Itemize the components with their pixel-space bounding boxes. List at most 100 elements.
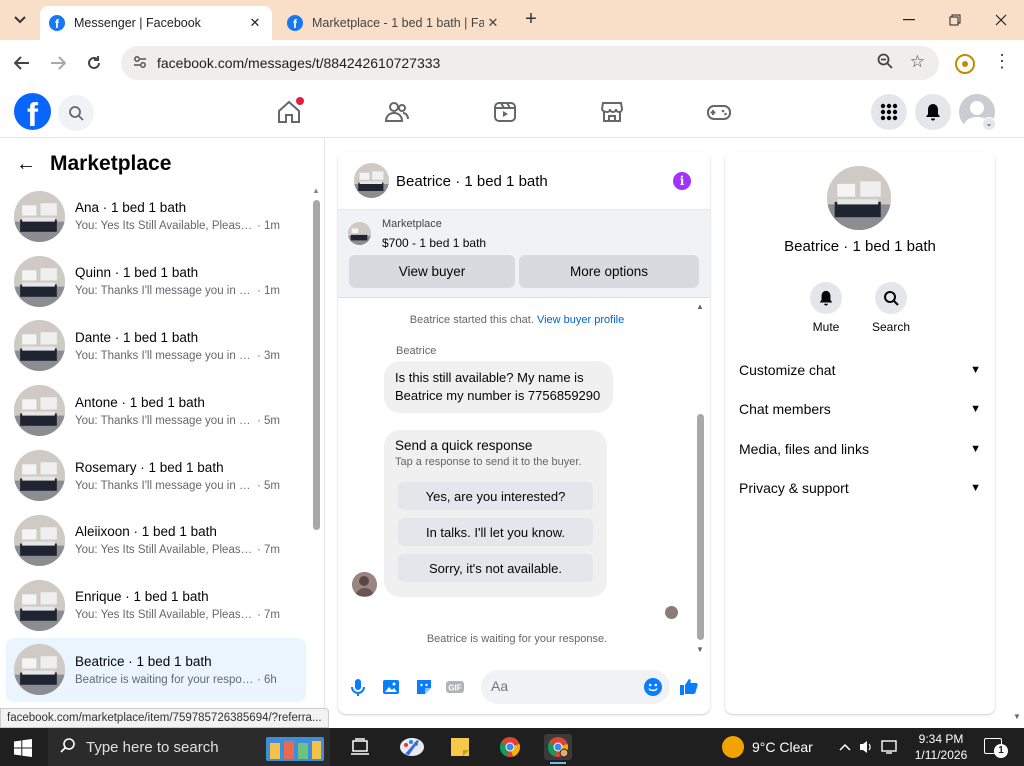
- chat-header: Beatrice · 1 bed 1 bath i: [338, 152, 710, 210]
- tab-close-icon[interactable]: ✕: [484, 15, 502, 31]
- quick-response-option[interactable]: In talks. I'll let you know.: [398, 518, 593, 546]
- conversation-item[interactable]: Antone · 1 bed 1 bath You: Thanks I'll me…: [6, 378, 306, 443]
- notification-count-badge: 1: [994, 744, 1008, 758]
- chat-title[interactable]: Beatrice · 1 bed 1 bath: [396, 173, 548, 190]
- quick-response-card: Send a quick response Tap a response to …: [384, 430, 607, 597]
- conversation-item[interactable]: Rosemary · 1 bed 1 bath You: Thanks I'll …: [6, 443, 306, 508]
- page-scroll-down-arrow-icon[interactable]: ▼: [1013, 712, 1021, 721]
- more-options-button[interactable]: More options: [519, 255, 699, 288]
- chevron-down-icon[interactable]: ⌄: [982, 117, 996, 131]
- conversation-item[interactable]: Ana · 1 bed 1 bath You: Yes Its Still Ava…: [6, 184, 306, 249]
- browser-menu-icon[interactable]: ⋮: [993, 51, 1011, 71]
- browser-tab-marketplace[interactable]: f Marketplace - 1 bed 1 bath | Fa ✕: [278, 6, 510, 40]
- task-view-button[interactable]: [346, 734, 374, 760]
- url-text[interactable]: facebook.com/messages/t/884242610727333: [157, 55, 440, 71]
- media-files-links-row[interactable]: Media, files and links ▼: [739, 437, 981, 461]
- taskbar-search-box[interactable]: Type here to search: [48, 728, 330, 766]
- sticker-icon[interactable]: [414, 677, 434, 697]
- facebook-search-button[interactable]: [58, 95, 94, 131]
- mute-action[interactable]: Mute: [796, 282, 856, 334]
- tab-title: Marketplace - 1 bed 1 bath | Fa: [312, 16, 484, 30]
- restore-button[interactable]: [932, 0, 978, 40]
- marketplace-icon[interactable]: [599, 99, 625, 125]
- gaming-icon[interactable]: [706, 99, 732, 125]
- menu-button[interactable]: [871, 94, 907, 130]
- chrome-app-button[interactable]: [496, 734, 524, 760]
- listing-thumbnail[interactable]: [348, 222, 371, 245]
- customize-chat-row[interactable]: Customize chat ▼: [739, 358, 981, 382]
- clock-date: 1/11/2026: [914, 748, 968, 762]
- info-icon[interactable]: i: [673, 172, 691, 190]
- facebook-logo-icon[interactable]: f: [14, 93, 51, 130]
- task-view-icon: [351, 738, 369, 755]
- conversation-item[interactable]: Enrique · 1 bed 1 bath You: Yes Its Still…: [6, 573, 306, 638]
- sticky-notes-button[interactable]: [446, 734, 474, 760]
- view-buyer-button[interactable]: View buyer: [349, 255, 515, 288]
- chrome-profile-app-button[interactable]: [544, 734, 572, 764]
- scrollbar-thumb[interactable]: [313, 200, 320, 530]
- conversation-preview: You: Thanks I'll message you in a ...: [75, 414, 255, 427]
- scrollbar-thumb[interactable]: [697, 414, 704, 640]
- conversation-item[interactable]: Beatrice · 1 bed 1 bath Beatrice is waiti…: [6, 637, 306, 703]
- notifications-bell-icon: [926, 104, 940, 121]
- conversation-preview: You: Thanks I'll message you in a ...: [75, 479, 255, 492]
- system-tray[interactable]: [838, 738, 904, 759]
- chat-scrollbar[interactable]: ▲ ▼: [696, 302, 705, 654]
- paint-palette-icon: [400, 738, 424, 756]
- reload-button[interactable]: [81, 50, 107, 76]
- notifications-button[interactable]: [915, 94, 951, 130]
- taskbar-clock[interactable]: 9:34 PM 1/11/2026: [910, 731, 972, 763]
- watch-icon[interactable]: [492, 99, 518, 125]
- address-bar[interactable]: facebook.com/messages/t/884242610727333 …: [121, 46, 939, 80]
- scroll-down-arrow-icon[interactable]: ▼: [696, 645, 704, 654]
- marketplace-chat-list-panel: ← Marketplace Ana · 1 bed 1 bath You: Yes…: [0, 138, 325, 710]
- facebook-favicon-icon: f: [49, 15, 65, 31]
- bookmark-star-icon[interactable]: ☆: [910, 52, 925, 72]
- windows-start-icon[interactable]: [14, 739, 32, 757]
- scroll-up-arrow-icon[interactable]: ▲: [312, 186, 320, 195]
- paint-app-button[interactable]: [398, 734, 426, 760]
- search-action[interactable]: Search: [861, 282, 921, 334]
- conversation-item[interactable]: Dante · 1 bed 1 bath You: Thanks I'll mes…: [6, 314, 306, 379]
- message-input[interactable]: [491, 678, 631, 694]
- conversation-preview: You: Thanks I'll message you in a ...: [75, 285, 255, 298]
- scroll-up-arrow-icon[interactable]: ▲: [696, 302, 704, 311]
- browser-tab-messenger[interactable]: f Messenger | Facebook ✕: [40, 6, 272, 40]
- quick-response-option[interactable]: Sorry, it's not available.: [398, 554, 593, 582]
- sender-avatar[interactable]: [352, 572, 377, 597]
- conversation-item[interactable]: Aleiixoon · 1 bed 1 bath You: Yes Its Sti…: [6, 508, 306, 573]
- privacy-support-row[interactable]: Privacy & support ▼: [739, 476, 981, 500]
- listing-thumbnail[interactable]: [354, 163, 389, 198]
- browser-profile-icon[interactable]: [955, 54, 975, 74]
- back-button[interactable]: [9, 50, 35, 76]
- message-bubble: Is this still available? My name is Beat…: [384, 361, 613, 413]
- weather-text: 9°C Clear: [752, 739, 813, 755]
- friends-icon[interactable]: [384, 99, 410, 125]
- photo-icon[interactable]: [381, 677, 401, 697]
- emoji-icon[interactable]: [644, 678, 662, 696]
- new-tab-button[interactable]: +: [520, 9, 542, 31]
- arrow-left-icon[interactable]: ←: [16, 153, 36, 176]
- site-info-icon[interactable]: [133, 55, 147, 72]
- zoom-icon[interactable]: [877, 53, 893, 73]
- microphone-icon[interactable]: [348, 677, 368, 697]
- quick-response-subtitle: Tap a response to send it to the buyer.: [395, 456, 582, 468]
- close-window-button[interactable]: [978, 0, 1024, 40]
- listing-thumbnail: [14, 450, 65, 502]
- waiting-notice: Beatrice is waiting for your response.: [426, 633, 608, 645]
- like-thumb-icon[interactable]: [679, 677, 699, 697]
- minimize-button[interactable]: [886, 0, 932, 40]
- chat-panel: Beatrice · 1 bed 1 bath i Marketplace $7…: [338, 152, 710, 714]
- chat-members-row[interactable]: Chat members ▼: [739, 397, 981, 421]
- tab-search-dropdown[interactable]: [9, 9, 31, 31]
- arrow-right-icon: [51, 56, 66, 70]
- view-buyer-profile-link[interactable]: View buyer profile: [537, 314, 624, 326]
- weather-widget[interactable]: 9°C Clear: [722, 736, 813, 758]
- conversation-item[interactable]: Quinn · 1 bed 1 bath You: Thanks I'll mes…: [6, 249, 306, 314]
- forward-button[interactable]: [45, 50, 71, 76]
- scrollbar[interactable]: ▲: [312, 186, 321, 706]
- gif-icon[interactable]: GIF: [445, 677, 465, 697]
- tab-close-icon[interactable]: ✕: [246, 15, 264, 31]
- quick-response-option[interactable]: Yes, are you interested?: [398, 482, 593, 510]
- message-input-box[interactable]: [481, 670, 670, 704]
